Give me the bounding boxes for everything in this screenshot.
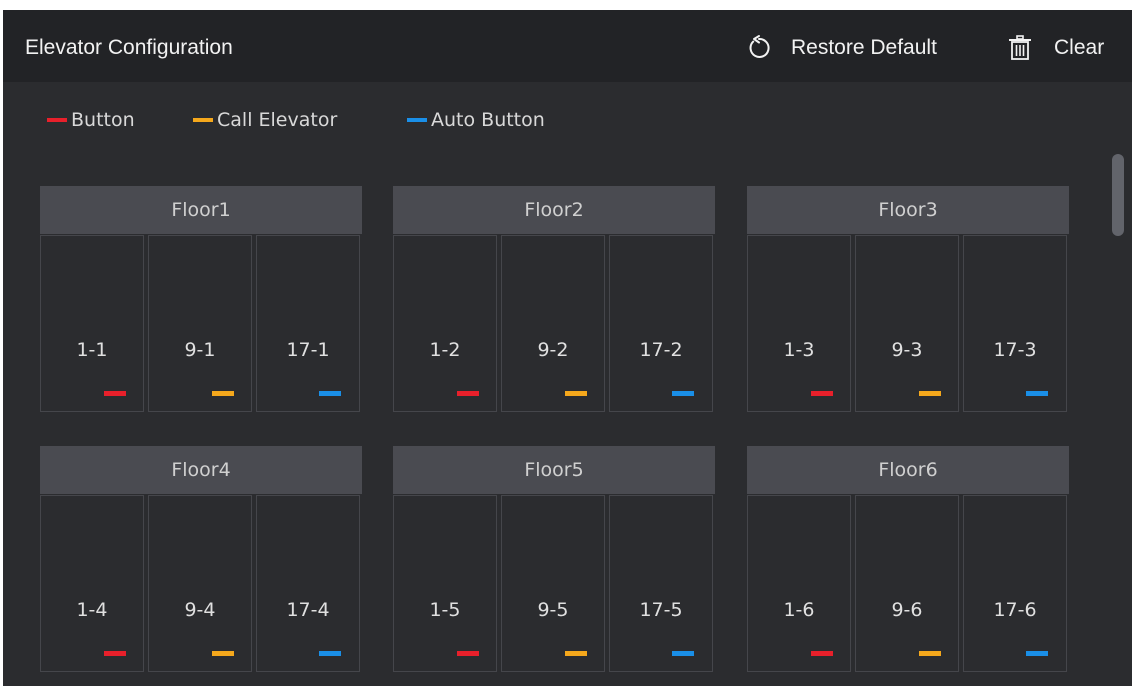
auto-button-indicator — [319, 391, 341, 396]
button-indicator — [811, 391, 833, 396]
cell-label: 1-1 — [76, 339, 108, 361]
elevator-cell[interactable]: 1-6 — [747, 495, 851, 672]
cell-label: 1-3 — [783, 339, 815, 361]
call-elevator-indicator — [919, 651, 941, 656]
floor-card: Floor4 1-4 9-4 17-4 — [40, 446, 362, 673]
auto-button-indicator — [1026, 391, 1048, 396]
floor-header: Floor4 — [40, 446, 362, 494]
auto-button-indicator — [672, 391, 694, 396]
floor-header: Floor2 — [393, 186, 715, 234]
elevator-cell[interactable]: 9-3 — [855, 235, 959, 412]
button-indicator — [104, 651, 126, 656]
floor-card: Floor2 1-2 9-2 17-2 — [393, 186, 715, 413]
cell-label: 9-5 — [537, 599, 569, 621]
restore-default-label: Restore Default — [791, 36, 937, 59]
button-indicator — [104, 391, 126, 396]
floor-header: Floor1 — [40, 186, 362, 234]
elevator-cell[interactable]: 9-6 — [855, 495, 959, 672]
legend-swatch-button — [47, 118, 67, 122]
cell-label: 9-1 — [184, 339, 216, 361]
vertical-scrollbar[interactable] — [1112, 154, 1124, 236]
floor-header: Floor6 — [747, 446, 1069, 494]
elevator-cell[interactable]: 9-1 — [148, 235, 252, 412]
elevator-cell[interactable]: 9-2 — [501, 235, 605, 412]
elevator-configuration-panel: Elevator Configuration Restore Default C… — [3, 10, 1132, 686]
restore-icon — [745, 34, 773, 62]
panel-header: Elevator Configuration Restore Default C… — [3, 10, 1132, 82]
elevator-cell[interactable]: 17-1 — [256, 235, 360, 412]
elevator-cell[interactable]: 17-4 — [256, 495, 360, 672]
elevator-cell[interactable]: 1-5 — [393, 495, 497, 672]
floor-card: Floor1 1-1 9-1 17-1 — [40, 186, 362, 413]
legend-label: Button — [71, 109, 135, 131]
elevator-cell[interactable]: 17-6 — [963, 495, 1067, 672]
cell-label: 17-6 — [993, 599, 1037, 621]
cell-label: 17-3 — [993, 339, 1037, 361]
elevator-cell[interactable]: 9-5 — [501, 495, 605, 672]
call-elevator-indicator — [919, 391, 941, 396]
legend-swatch-auto-button — [407, 118, 427, 122]
elevator-cell[interactable]: 1-3 — [747, 235, 851, 412]
auto-button-indicator — [672, 651, 694, 656]
legend-item-button: Button — [47, 108, 135, 132]
page-title: Elevator Configuration — [25, 36, 233, 59]
legend-label: Call Elevator — [217, 109, 338, 131]
legend-item-call-elevator: Call Elevator — [193, 108, 337, 132]
cell-label: 1-4 — [76, 599, 108, 621]
cell-label: 17-4 — [286, 599, 330, 621]
clear-button[interactable]: Clear — [1006, 28, 1104, 68]
elevator-cell[interactable]: 1-1 — [40, 235, 144, 412]
cell-label: 17-1 — [286, 339, 330, 361]
floor-header: Floor5 — [393, 446, 715, 494]
floor-card: Floor3 1-3 9-3 17-3 — [747, 186, 1069, 413]
cell-label: 1-6 — [783, 599, 815, 621]
auto-button-indicator — [1026, 651, 1048, 656]
elevator-cell[interactable]: 17-5 — [609, 495, 713, 672]
cell-label: 9-6 — [891, 599, 923, 621]
clear-label: Clear — [1054, 36, 1105, 59]
cell-label: 1-2 — [429, 339, 461, 361]
legend-swatch-call-elevator — [193, 118, 213, 122]
floor-header: Floor3 — [747, 186, 1069, 234]
call-elevator-indicator — [565, 391, 587, 396]
call-elevator-indicator — [565, 651, 587, 656]
legend-label: Auto Button — [431, 109, 545, 131]
auto-button-indicator — [319, 651, 341, 656]
elevator-cell[interactable]: 17-3 — [963, 235, 1067, 412]
cell-label: 17-5 — [639, 599, 683, 621]
floor-card: Floor5 1-5 9-5 17-5 — [393, 446, 715, 673]
cell-label: 17-2 — [639, 339, 683, 361]
cell-label: 9-2 — [537, 339, 569, 361]
elevator-cell[interactable]: 17-2 — [609, 235, 713, 412]
button-indicator — [457, 391, 479, 396]
cell-label: 9-3 — [891, 339, 923, 361]
legend-item-auto-button: Auto Button — [407, 108, 545, 132]
restore-default-button[interactable]: Restore Default — [745, 28, 937, 68]
button-indicator — [457, 651, 479, 656]
trash-icon — [1006, 34, 1034, 62]
elevator-cell[interactable]: 1-4 — [40, 495, 144, 672]
cell-label: 1-5 — [429, 599, 461, 621]
call-elevator-indicator — [212, 651, 234, 656]
button-indicator — [811, 651, 833, 656]
elevator-cell[interactable]: 1-2 — [393, 235, 497, 412]
elevator-cell[interactable]: 9-4 — [148, 495, 252, 672]
call-elevator-indicator — [212, 391, 234, 396]
floor-card: Floor6 1-6 9-6 17-6 — [747, 446, 1069, 673]
cell-label: 9-4 — [184, 599, 216, 621]
